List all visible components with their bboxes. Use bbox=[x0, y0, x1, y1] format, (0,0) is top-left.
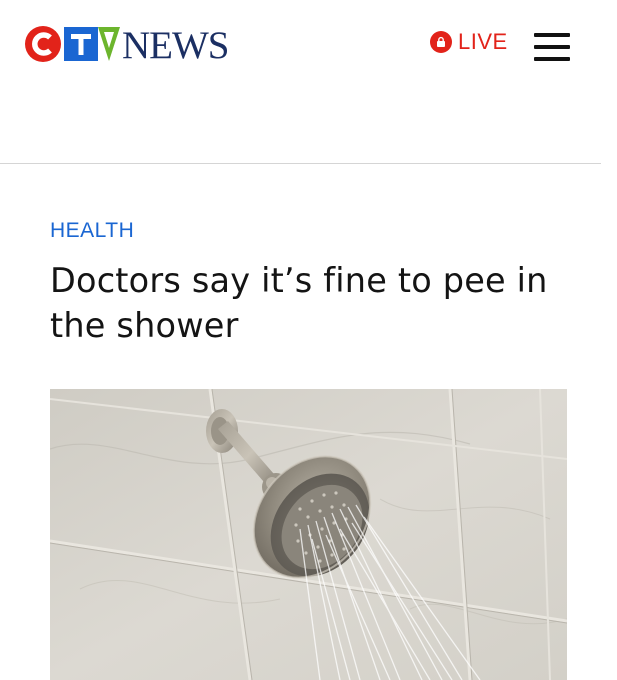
menu-bar-bottom bbox=[534, 57, 570, 61]
hamburger-menu-icon[interactable] bbox=[534, 33, 570, 61]
header-divider bbox=[0, 163, 601, 164]
ctv-news-logo[interactable]: NEWS bbox=[24, 22, 229, 66]
live-label: LIVE bbox=[458, 29, 508, 54]
article-headline: Doctors say it’s fine to pee in the show… bbox=[50, 261, 548, 345]
shower-head-image bbox=[50, 389, 567, 680]
live-button[interactable]: LIVE bbox=[430, 31, 508, 53]
logo-wordmark: NEWS bbox=[122, 23, 229, 67]
menu-bar-middle bbox=[534, 45, 570, 49]
article-hero-image[interactable] bbox=[50, 389, 567, 680]
live-record-icon bbox=[430, 31, 452, 53]
site-header: NEWS LIVE bbox=[0, 0, 617, 90]
category-link[interactable]: HEALTH bbox=[50, 220, 134, 241]
ctv-logo-mark bbox=[24, 24, 120, 64]
ctv-logo-icon bbox=[25, 26, 120, 62]
menu-bar-top bbox=[534, 33, 570, 37]
